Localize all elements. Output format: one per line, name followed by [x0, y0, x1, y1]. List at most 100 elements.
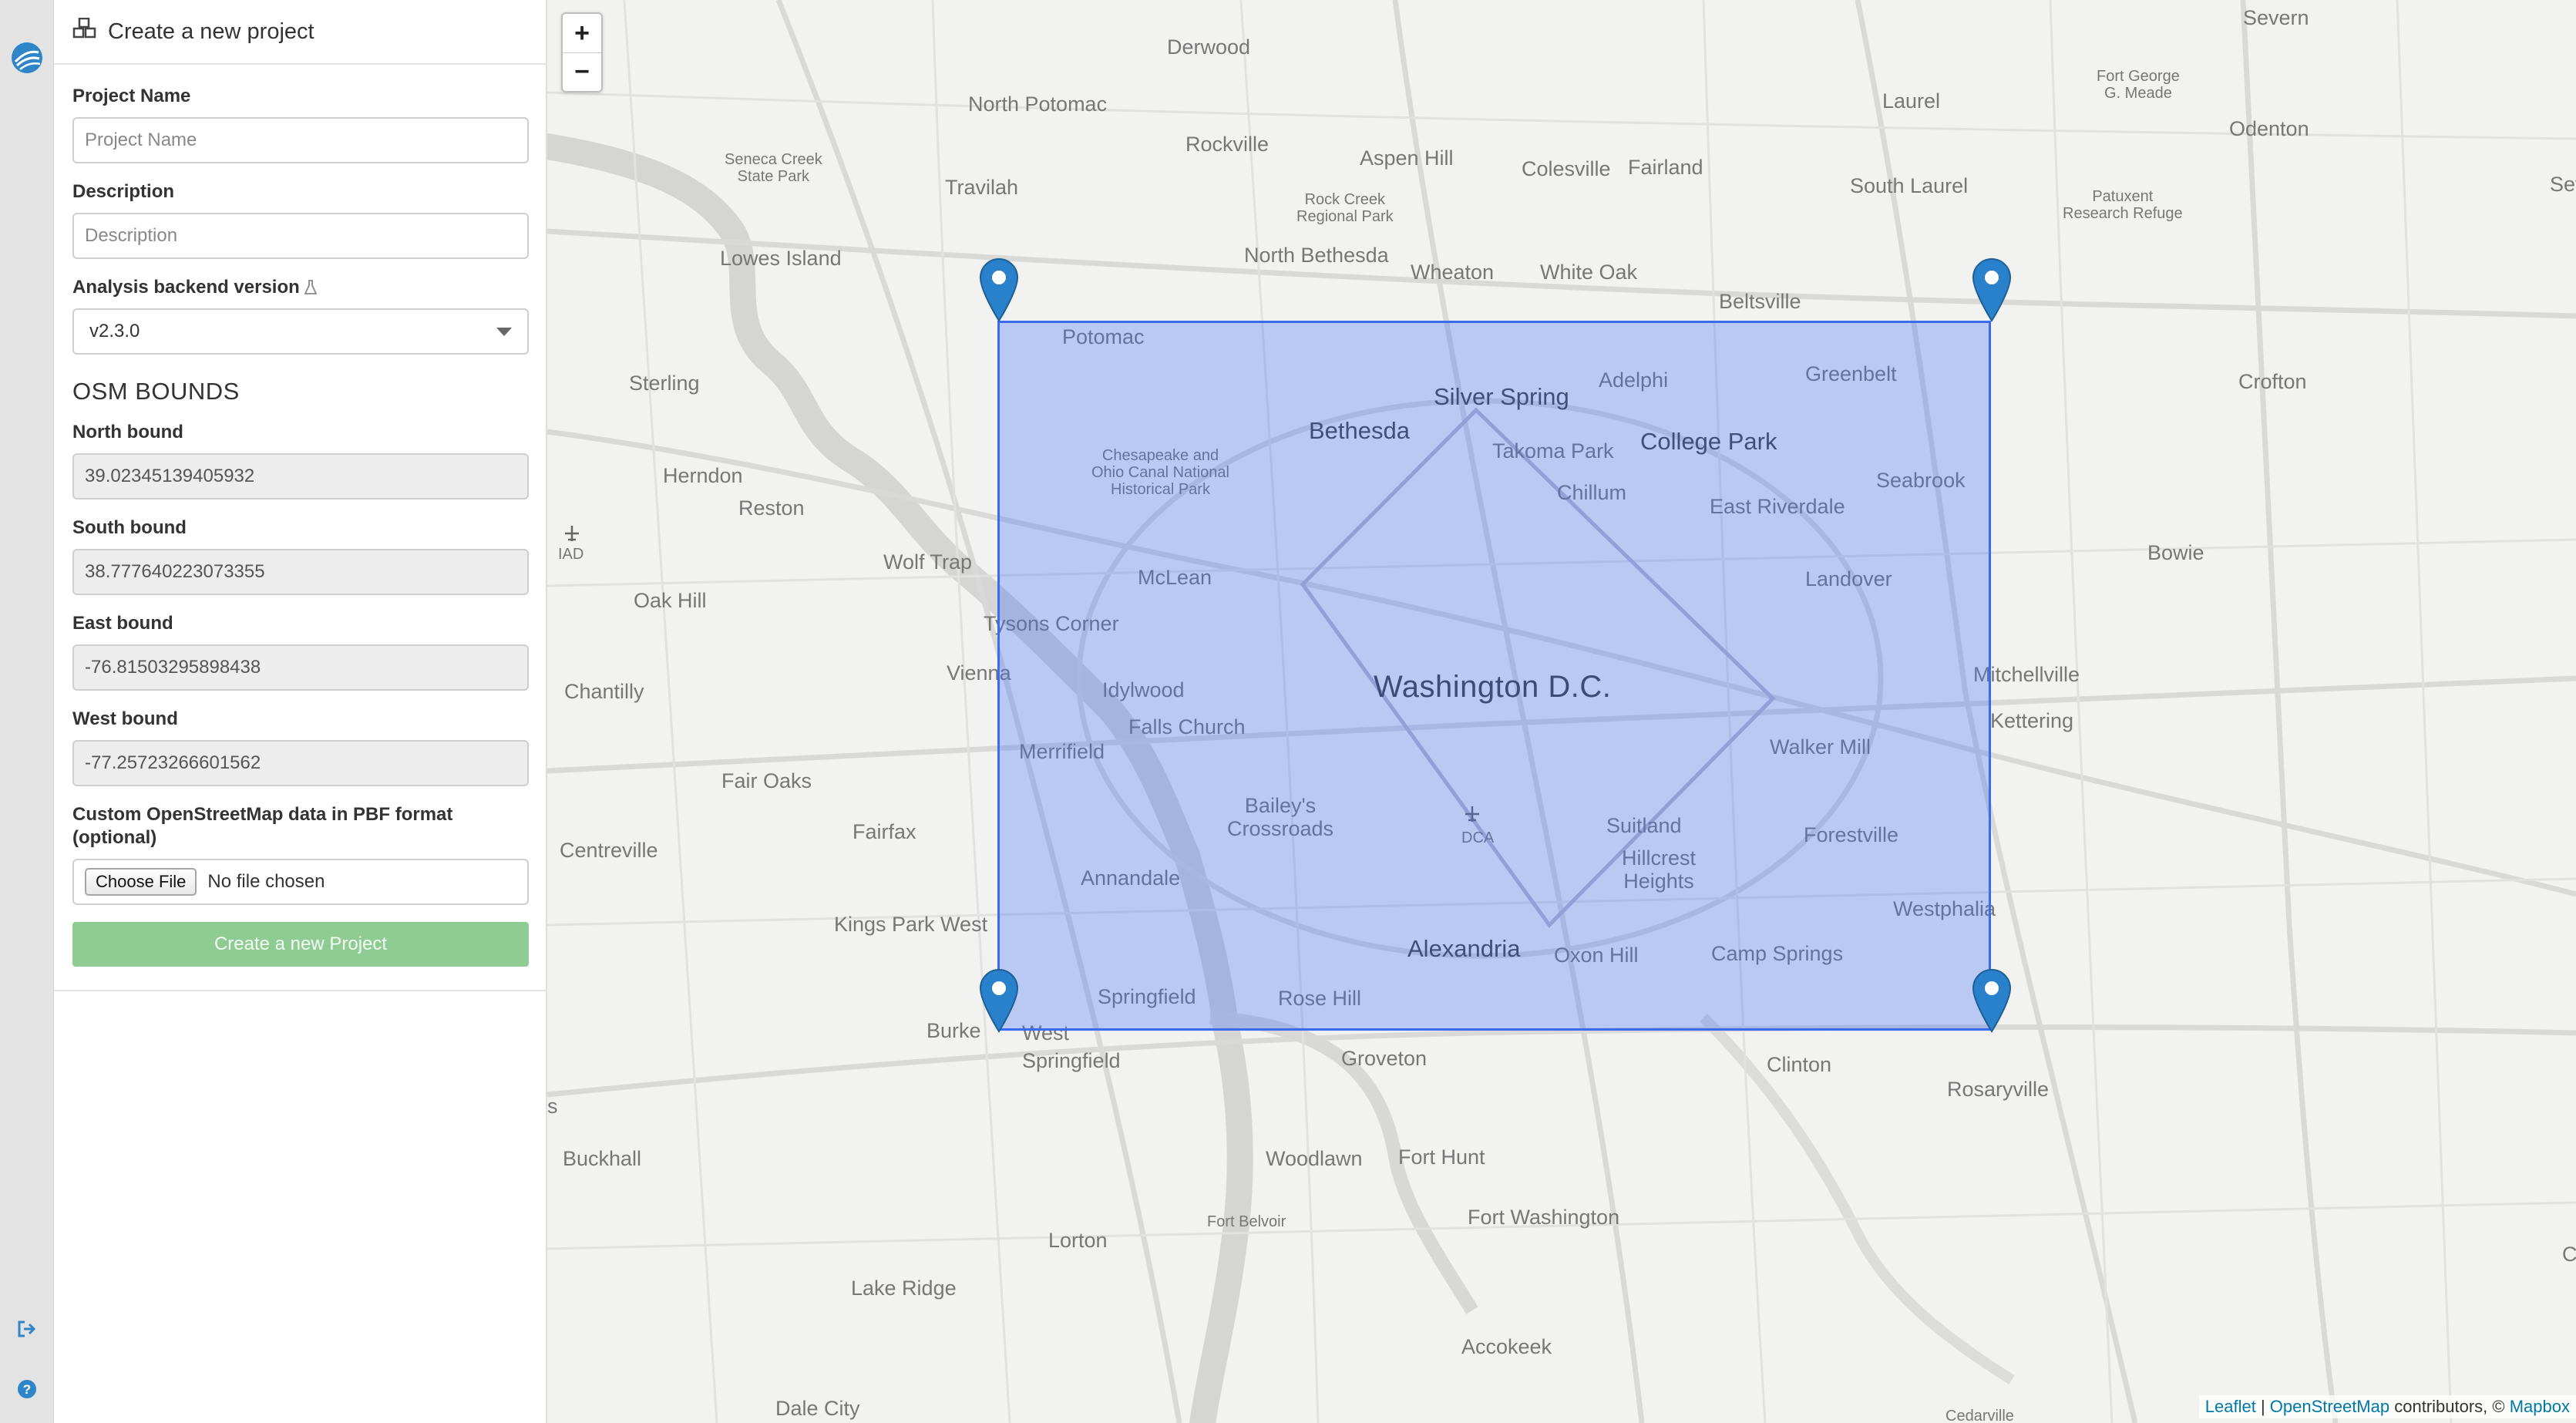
place-label: Laurel: [1882, 89, 1941, 113]
place-label: Kettering: [1990, 709, 2074, 732]
place-label: Fair Oaks: [721, 769, 812, 792]
place-label: Lowes Island: [720, 247, 842, 270]
west-bound-label: West bound: [72, 708, 178, 729]
file-status: No file chosen: [207, 871, 325, 892]
panel-header: Create a new project: [54, 0, 546, 65]
place-label: Derwood: [1167, 35, 1251, 59]
place-label: Lake Ridge: [851, 1277, 957, 1300]
question-circle-icon[interactable]: ?: [0, 1375, 54, 1403]
map-marker-icon[interactable]: [1972, 968, 2012, 1033]
place-label: Oak Hill: [634, 589, 707, 612]
place-label: Dale City: [775, 1397, 860, 1420]
left-nav: ?: [0, 0, 54, 1423]
place-label: Buckhall: [563, 1147, 642, 1170]
place-label: North Potomac: [968, 93, 1108, 116]
place-label: Fairland: [1628, 156, 1703, 179]
create-project-panel: Create a new project Project Name Descri…: [54, 0, 547, 1423]
flask-icon: [304, 280, 317, 295]
map-attribution: Leaflet | OpenStreetMap contributors, © …: [2198, 1395, 2576, 1418]
airplane-icon: [563, 524, 581, 547]
place-label: Centreville: [560, 839, 658, 862]
place-label: South Laurel: [1850, 174, 1969, 197]
backend-version-label: Analysis backend version: [72, 277, 300, 298]
custom-osm-label: Custom OpenStreetMap data in PBF format …: [72, 804, 453, 848]
mapbox-link[interactable]: Mapbox: [2510, 1397, 2570, 1416]
place-label: North Bethesda: [1244, 244, 1389, 267]
attribution-text: contributors, ©: [2389, 1397, 2510, 1416]
place-label: Bowie: [2147, 541, 2204, 564]
west-bound-field[interactable]: [72, 740, 529, 786]
place-label: Fort Belvoir: [1207, 1213, 1286, 1230]
selection-rectangle[interactable]: [997, 321, 1991, 1031]
place-label: Odenton: [2229, 117, 2309, 140]
place-label: Accokeek: [1461, 1335, 1552, 1358]
openstreetmap-link[interactable]: OpenStreetMap: [2270, 1397, 2389, 1416]
osm-bounds-title: OSM BOUNDS: [72, 378, 240, 405]
backend-version-value: v2.3.0: [89, 321, 140, 341]
place-label: Aspen Hill: [1360, 146, 1454, 170]
place-label: Seve: [2550, 173, 2576, 196]
place-label: Rosaryville: [1947, 1078, 2050, 1101]
place-label: Reston: [738, 496, 805, 520]
north-bound-field[interactable]: [72, 453, 529, 500]
place-label: Burke: [926, 1019, 981, 1042]
place-label: White Oak: [1540, 261, 1638, 284]
place-label: Colesville: [1522, 157, 1611, 180]
zoom-out-button[interactable]: −: [563, 52, 601, 91]
map[interactable]: Severn Derwood North Potomac Rockville L…: [547, 0, 2576, 1423]
choose-file-button[interactable]: Choose File: [85, 868, 197, 896]
description-label: Description: [72, 181, 175, 202]
place-label: Severn: [2243, 6, 2309, 29]
place-label: Sterling: [629, 372, 700, 395]
place-label: Fort Washington: [1468, 1206, 1620, 1229]
zoom-control: + −: [561, 12, 603, 93]
place-label: Beltsville: [1719, 290, 1801, 313]
north-bound-label: North bound: [72, 422, 183, 442]
place-label: Chantilly: [564, 680, 644, 703]
place-label: IAD: [558, 546, 584, 563]
place-label: Lorton: [1048, 1229, 1108, 1252]
create-project-button[interactable]: Create a new Project: [72, 922, 529, 967]
place-label: Cedarville: [1945, 1408, 2014, 1423]
description-input[interactable]: [72, 213, 529, 259]
place-label: Rock Creek Regional Park: [1296, 191, 1394, 225]
zoom-in-button[interactable]: +: [563, 14, 601, 52]
map-marker-icon[interactable]: [979, 968, 1019, 1033]
place-label: Fort George G. Meade: [2097, 68, 2180, 102]
leaflet-link[interactable]: Leaflet: [2205, 1397, 2256, 1416]
panel-title: Create a new project: [108, 19, 314, 44]
place-label: Patuxent Research Refuge: [2063, 188, 2183, 222]
place-label: Wolf Trap: [883, 550, 973, 574]
backend-version-label-row: Analysis backend version: [72, 276, 527, 299]
cubes-icon: [72, 17, 108, 45]
chevron-down-icon: [496, 327, 512, 336]
custom-osm-file-input: Choose File No file chosen: [72, 859, 529, 905]
place-label: C: [2562, 1243, 2576, 1266]
place-label: Crofton: [2238, 370, 2307, 393]
place-label: Clinton: [1767, 1053, 1832, 1076]
place-label: Fairfax: [853, 820, 916, 843]
place-label: Groveton: [1341, 1047, 1428, 1070]
sign-out-icon[interactable]: [0, 1315, 54, 1343]
east-bound-field[interactable]: [72, 644, 529, 691]
east-bound-label: East bound: [72, 613, 173, 634]
globe-logo-icon[interactable]: [0, 39, 54, 77]
place-label: Fort Hunt: [1398, 1145, 1485, 1169]
attribution-separator: |: [2255, 1397, 2270, 1416]
map-marker-icon[interactable]: [1972, 257, 2012, 322]
south-bound-label: South bound: [72, 517, 187, 538]
place-label: Travilah: [945, 176, 1019, 199]
backend-version-select[interactable]: v2.3.0: [72, 308, 529, 355]
project-name-input[interactable]: [72, 117, 529, 163]
place-label: s: [547, 1095, 558, 1118]
project-name-label: Project Name: [72, 86, 191, 106]
place-label: Rockville: [1185, 133, 1270, 156]
place-label: Woodlawn: [1266, 1147, 1363, 1170]
place-label: Herndon: [663, 464, 743, 487]
place-label: Kings Park West: [834, 913, 988, 936]
place-label: Seneca Creek State Park: [725, 151, 822, 185]
place-label: Wheaton: [1411, 261, 1495, 284]
south-bound-field[interactable]: [72, 549, 529, 595]
map-marker-icon[interactable]: [979, 257, 1019, 322]
svg-text:?: ?: [23, 1382, 31, 1397]
